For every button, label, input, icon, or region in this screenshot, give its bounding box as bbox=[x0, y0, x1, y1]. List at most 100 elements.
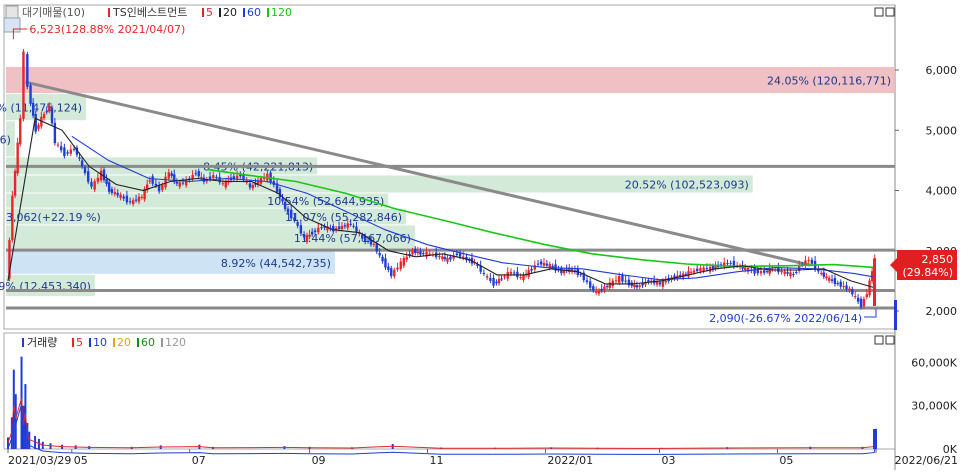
candle-body bbox=[31, 102, 35, 116]
candle-body bbox=[232, 176, 236, 179]
candle-body bbox=[221, 183, 225, 185]
candle-body bbox=[128, 201, 132, 203]
candle-body bbox=[839, 281, 842, 287]
close-icon[interactable] bbox=[885, 7, 895, 17]
minimize-icon[interactable] bbox=[874, 7, 884, 17]
candle-body bbox=[428, 253, 431, 255]
legend-ma-label: 60 bbox=[141, 336, 155, 349]
candle-body bbox=[352, 225, 355, 227]
candle-body bbox=[786, 271, 789, 274]
candle-body bbox=[378, 252, 381, 256]
candle-body bbox=[42, 114, 46, 119]
supply-band bbox=[6, 66, 895, 94]
candle-body bbox=[492, 277, 495, 286]
price-legend: 대기매물(10) TS인베스트먼트 5 20 60 120 bbox=[5, 5, 292, 19]
candle-body bbox=[856, 297, 860, 302]
candle-body bbox=[539, 261, 543, 265]
candle-body bbox=[756, 269, 759, 274]
price-axis-label: 5,000 bbox=[926, 124, 958, 137]
x-axis-label: 03 bbox=[661, 454, 675, 467]
candle-body bbox=[154, 183, 158, 186]
legend-ma-label: 10 bbox=[93, 336, 107, 349]
legend-toggle-icon[interactable] bbox=[5, 5, 19, 19]
candle-body bbox=[393, 269, 396, 277]
candle-body bbox=[148, 180, 151, 182]
candle-body bbox=[48, 105, 51, 111]
legend-ticker-label: TS인베스트먼트 bbox=[112, 6, 187, 19]
candle-body bbox=[605, 286, 609, 288]
candle-body bbox=[242, 174, 245, 180]
candle-body bbox=[340, 225, 344, 230]
candle-body bbox=[116, 192, 119, 196]
legend-ma-label: 5 bbox=[76, 336, 83, 349]
volume-pane bbox=[3, 332, 896, 450]
legend-ma-label: 120 bbox=[271, 6, 292, 19]
legend-ma-marker bbox=[113, 338, 115, 347]
candle-body bbox=[783, 271, 786, 275]
candle-body bbox=[825, 276, 828, 279]
candle-body bbox=[151, 176, 154, 184]
candle-body bbox=[313, 230, 317, 232]
candle-body bbox=[848, 288, 851, 291]
candle-body bbox=[29, 85, 32, 104]
candle-body bbox=[830, 279, 834, 281]
candle-body bbox=[125, 195, 129, 203]
candle-body bbox=[22, 51, 25, 119]
volume-axis-label: 30,000K bbox=[911, 400, 957, 413]
candle-body bbox=[170, 173, 173, 177]
legend-ma-marker bbox=[161, 338, 163, 347]
minimize-icon[interactable] bbox=[874, 335, 884, 345]
candle-body bbox=[536, 263, 540, 265]
candle-body bbox=[743, 267, 747, 270]
candle-body bbox=[509, 271, 513, 274]
candle-body bbox=[485, 276, 489, 278]
candle-body bbox=[320, 227, 323, 229]
candle-body bbox=[705, 268, 709, 270]
candle-body bbox=[194, 173, 198, 175]
candle-body bbox=[396, 267, 399, 270]
candle-body bbox=[419, 251, 422, 255]
candle-body bbox=[215, 176, 218, 178]
legend-ma-marker bbox=[267, 8, 269, 17]
chart-settings-icon[interactable] bbox=[3, 17, 21, 33]
candle-body bbox=[603, 286, 606, 291]
candle-body bbox=[695, 268, 699, 272]
price-axis-label: 2,000 bbox=[926, 305, 958, 318]
candle-body bbox=[96, 177, 100, 182]
candle-body bbox=[72, 148, 76, 150]
x-axis-label: 09 bbox=[312, 454, 326, 467]
candle-body bbox=[497, 279, 501, 284]
candle-body bbox=[78, 157, 81, 159]
candle-body bbox=[197, 170, 200, 177]
candle-body bbox=[308, 234, 311, 237]
candle-body bbox=[726, 263, 729, 265]
legend-ma-label: 120 bbox=[165, 336, 186, 349]
candle-body bbox=[500, 278, 503, 280]
close-icon[interactable] bbox=[885, 335, 895, 345]
candle-body bbox=[131, 200, 135, 204]
volume-legend-main: 거래량 bbox=[27, 336, 57, 349]
candle-body bbox=[119, 194, 122, 198]
candle-body bbox=[664, 280, 667, 283]
candle-body bbox=[167, 172, 170, 179]
candle-body bbox=[495, 281, 498, 284]
candle-body bbox=[441, 256, 444, 259]
candle-body bbox=[765, 271, 769, 273]
candle-body bbox=[87, 171, 90, 182]
candle-body bbox=[13, 170, 17, 196]
candle-body bbox=[105, 179, 108, 185]
candle-body bbox=[585, 280, 589, 283]
candle-body bbox=[290, 209, 293, 219]
candle-body bbox=[69, 149, 73, 154]
candle-body bbox=[302, 234, 306, 238]
candle-body bbox=[699, 267, 702, 272]
candle-body bbox=[281, 198, 284, 202]
candle-body bbox=[248, 183, 252, 188]
candle-body bbox=[251, 185, 255, 189]
candle-body bbox=[545, 263, 549, 266]
legend-marker bbox=[22, 338, 24, 347]
candle-body bbox=[449, 256, 452, 260]
supply-band-label: 8.92% (44,542,735) bbox=[221, 257, 331, 270]
x-axis-label: 07 bbox=[192, 454, 206, 467]
candle-body bbox=[366, 240, 370, 242]
